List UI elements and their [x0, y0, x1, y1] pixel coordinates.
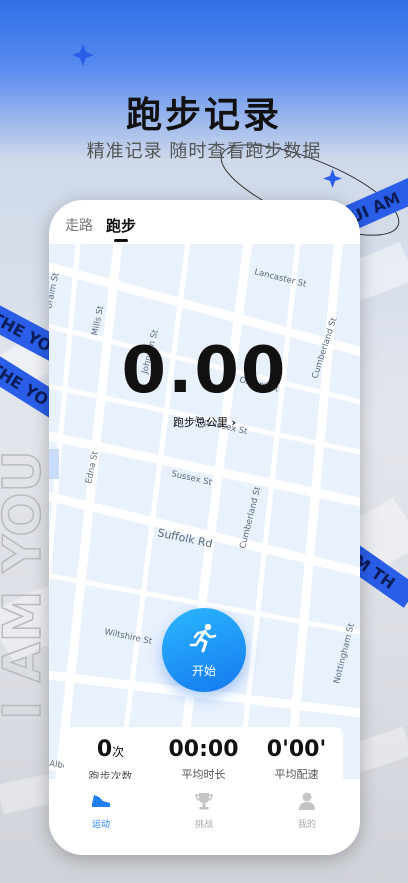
- promo-subline: 精准记录 随时查看跑步数据: [86, 141, 322, 162]
- start-run-label: 开始: [191, 664, 216, 678]
- nav-label: 挑战: [194, 820, 213, 830]
- nav-label: 我的: [297, 820, 316, 830]
- stat-run-count: 0次 跑步次数: [64, 737, 157, 779]
- map-view[interactable]: Lancaster St Oxford St Cumberland St Mid…: [49, 244, 360, 779]
- tab-active-indicator: [114, 239, 128, 242]
- total-distance-label: 跑步总公里: [172, 416, 228, 429]
- mode-tabs: 走路 跑步: [49, 200, 360, 244]
- user-icon: [299, 792, 315, 810]
- street-label: Nottingham St: [332, 622, 357, 685]
- stat-avg-duration: 00:00 平均时长: [157, 737, 250, 779]
- start-run-button[interactable]: 开始: [162, 608, 246, 692]
- street-label: Braim St: [49, 271, 62, 310]
- street-label: Wiltshire St: [103, 627, 153, 647]
- stat-unit: 次: [112, 745, 125, 759]
- street-map: Lancaster St Oxford St Cumberland St Mid…: [49, 244, 360, 779]
- stat-label: 跑步次数: [88, 770, 133, 779]
- run-stats-card: 0次 跑步次数 00:00 平均时长 0'00' 平均配速: [64, 727, 343, 779]
- bottom-nav: 运动 挑战 我的: [49, 779, 360, 855]
- street-label: Lancaster St: [253, 267, 308, 290]
- chevron-right-icon: ›: [231, 416, 237, 429]
- total-distance-value: 0.00: [121, 334, 288, 408]
- runner-icon: [189, 623, 217, 653]
- trophy-icon: [195, 793, 213, 810]
- nav-item-sport[interactable]: 运动: [71, 791, 131, 830]
- stat-value: 0: [96, 737, 113, 762]
- nav-label: 运动: [91, 820, 110, 830]
- vertical-banner-text: I AM YOU: [0, 450, 53, 720]
- stat-avg-pace: 0'00' 平均配速: [250, 737, 343, 779]
- stat-label: 平均时长: [181, 768, 226, 779]
- stat-value: 0'00': [266, 737, 327, 762]
- phone-screen: 走路 跑步 Lancaster St Oxford St Cumberland …: [49, 200, 360, 855]
- shoe-icon: [92, 795, 110, 807]
- total-distance-link[interactable]: 跑步总公里 ›: [49, 414, 360, 430]
- nav-item-challenge[interactable]: 挑战: [174, 791, 234, 830]
- stat-value: 00:00: [168, 737, 239, 762]
- tab-run[interactable]: 跑步: [106, 215, 136, 236]
- stat-label: 平均配速: [274, 768, 319, 779]
- tab-walk[interactable]: 走路: [65, 215, 93, 235]
- street-label: Edna St: [84, 450, 101, 485]
- street-label: Cumberland St: [238, 485, 263, 550]
- promo-headline: 跑步记录: [125, 95, 282, 136]
- nav-item-mine[interactable]: 我的: [277, 791, 337, 830]
